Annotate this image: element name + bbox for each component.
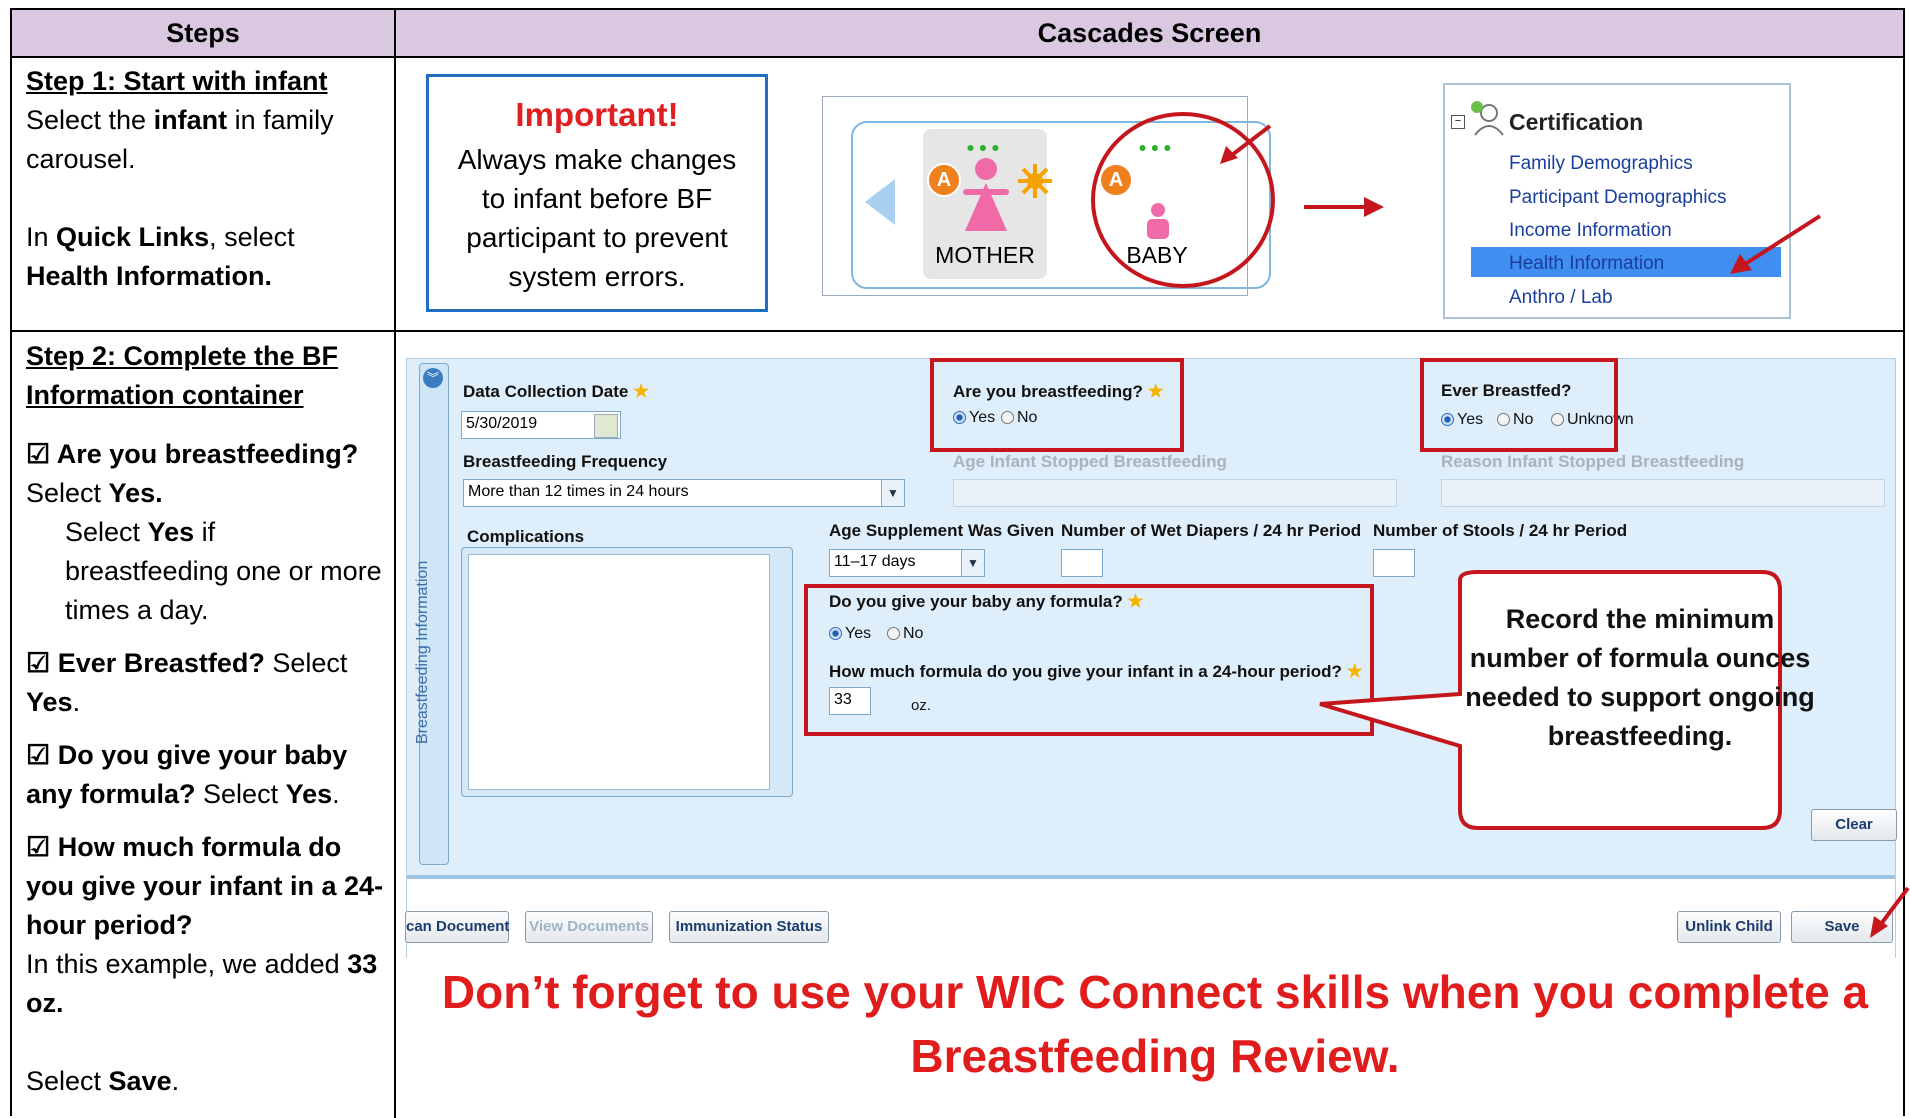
step2-q3: ☑ Do you give your baby any formula? Sel… — [26, 740, 348, 809]
step1-text: Step 1: Start with infant Select the inf… — [26, 62, 386, 296]
step2-save-instruction: Select Save. — [26, 1066, 180, 1096]
reason-stopped-label: Reason Infant Stopped Breastfeeding — [1441, 452, 1745, 471]
certificate-person-icon — [1471, 101, 1504, 136]
step1-line3: Health Information. — [26, 261, 273, 291]
mother-person-icon — [963, 158, 1009, 231]
carousel-left-arrow-icon[interactable] — [863, 177, 897, 227]
important-note: Important! Always make changes to infant… — [426, 74, 768, 312]
screen-header: Cascades Screen — [396, 10, 1903, 58]
quick-links-panel: − Certification Family Demographics Part… — [1443, 83, 1791, 319]
complications-box — [461, 547, 793, 797]
reason-stopped-select[interactable] — [1441, 479, 1885, 507]
mother-badge: A — [927, 163, 961, 197]
health-info-arrow-icon — [1730, 214, 1822, 274]
highlight-formula — [804, 584, 1374, 736]
carousel-mother-tile[interactable]: ●●● A MOTHER — [923, 129, 1052, 279]
calendar-icon[interactable] — [594, 414, 618, 438]
link-health-information[interactable]: Health Information — [1509, 253, 1664, 275]
collapse-icon[interactable]: − — [1451, 115, 1465, 129]
link-income-information[interactable]: Income Information — [1509, 220, 1672, 242]
section-side-tab[interactable]: ︾ Breastfeeding Information — [414, 363, 449, 865]
wet-diapers-input[interactable] — [1061, 549, 1103, 577]
important-title: Important! — [515, 96, 679, 133]
callout-text: Record the minimum number of formula oun… — [1465, 604, 1815, 751]
complications-list[interactable] — [468, 554, 770, 790]
step2-title: Step 2: Complete the BF Information cont… — [26, 341, 339, 410]
section-side-label: Breastfeeding Information — [414, 560, 431, 744]
step2-q1-note: Select Yes if breastfeeding one or more … — [65, 517, 382, 625]
step2-q1: ☑ Are you breastfeeding? — [26, 439, 359, 469]
immunization-status-button[interactable]: Immunization Status — [669, 911, 829, 943]
step2-text: Step 2: Complete the BF Information cont… — [26, 337, 386, 1101]
reminder-footer: Don’t forget to use your WIC Connect ski… — [441, 966, 1869, 1082]
bf-frequency-select[interactable]: More than 12 times in 24 hours ▼ — [463, 479, 905, 507]
chevron-down-icon[interactable]: ▼ — [961, 550, 984, 576]
step2-q2: ☑ Ever Breastfed? Select Yes. — [26, 648, 348, 717]
scan-document-button[interactable]: can Document — [405, 911, 509, 943]
steps-header: Steps — [12, 10, 394, 58]
sun-icon — [1018, 164, 1052, 198]
age-stopped-label: Age Infant Stopped Breastfeeding — [953, 452, 1227, 471]
column-divider — [394, 10, 396, 1118]
data-collection-date-input[interactable]: 5/30/2019 — [461, 411, 621, 439]
complications-label: Complications — [467, 527, 585, 546]
mother-status-dots: ●●● — [966, 139, 1004, 155]
step2-q1-answer: Select Yes. — [26, 478, 163, 508]
mother-label: MOTHER — [935, 242, 1035, 268]
highlight-are-you-bf — [930, 358, 1184, 452]
step2-q4: ☑ How much formula do you give your infa… — [26, 832, 384, 940]
collapse-chevron-icon[interactable]: ︾ — [423, 368, 443, 388]
chevron-down-icon[interactable]: ▼ — [881, 480, 904, 506]
step2-q4-note: In this example, we added 33 oz. — [26, 949, 378, 1018]
step1-line2: In Quick Links, select — [26, 222, 295, 252]
clear-button[interactable]: Clear — [1811, 809, 1897, 841]
row-divider — [12, 330, 1903, 332]
link-anthro-lab[interactable]: Anthro / Lab — [1509, 287, 1613, 309]
step1-title: Step 1: Start with infant — [26, 66, 328, 96]
stools-label: Number of Stools / 24 hr Period — [1373, 521, 1628, 540]
highlight-ever-bf — [1420, 358, 1618, 452]
important-body: Always make changes to infant before BF … — [457, 144, 737, 292]
age-supplement-label: Age Supplement Was Given — [829, 521, 1055, 540]
age-supplement-select[interactable]: 11–17 days ▼ — [829, 549, 985, 577]
bf-frequency-label: Breastfeeding Frequency — [463, 452, 668, 471]
certification-title: Certification — [1509, 109, 1644, 135]
data-collection-date-label: Data Collection Date ★ — [463, 381, 650, 401]
wet-diapers-label: Number of Wet Diapers / 24 hr Period — [1061, 521, 1362, 540]
arrow-right-icon — [1304, 197, 1384, 217]
link-participant-demographics[interactable]: Participant Demographics — [1509, 187, 1727, 209]
age-stopped-select[interactable] — [953, 479, 1397, 507]
step1-line1: Select the infant in family carousel. — [26, 105, 334, 174]
unlink-child-button[interactable]: Unlink Child — [1677, 911, 1781, 943]
callout-note: Record the minimum number of formula oun… — [1418, 572, 1814, 828]
view-documents-button[interactable]: View Documents — [525, 911, 653, 943]
link-family-demographics[interactable]: Family Demographics — [1509, 153, 1693, 175]
baby-highlight-circle — [1091, 112, 1275, 288]
save-arrow-icon — [1870, 886, 1910, 938]
